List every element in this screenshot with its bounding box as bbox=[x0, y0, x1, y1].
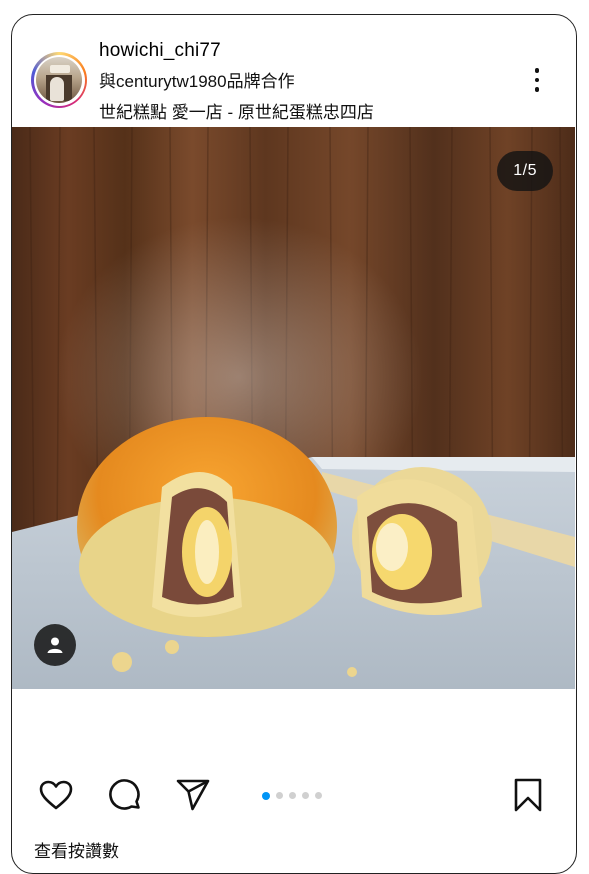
carousel-indicator bbox=[262, 791, 322, 800]
post-image[interactable]: 1/5 bbox=[12, 127, 575, 689]
heart-icon[interactable] bbox=[36, 775, 76, 815]
mooncake-photo bbox=[12, 127, 575, 689]
carousel-dot bbox=[276, 792, 283, 799]
post-card: howichi_chi77 與centurytw1980品牌合作 世紀糕點 愛一… bbox=[11, 14, 577, 874]
more-options-icon[interactable] bbox=[522, 65, 552, 95]
send-icon[interactable] bbox=[173, 775, 213, 815]
carousel-dot bbox=[315, 792, 322, 799]
avatar-photo bbox=[36, 57, 82, 103]
media-counter: 1/5 bbox=[497, 151, 553, 191]
carousel-dot bbox=[302, 792, 309, 799]
paid-partnership-label[interactable]: 與centurytw1980品牌合作 bbox=[99, 67, 295, 92]
action-bar bbox=[12, 765, 576, 825]
bookmark-icon[interactable] bbox=[508, 775, 548, 815]
carousel-dot bbox=[262, 791, 270, 800]
carousel-dot bbox=[289, 792, 296, 799]
post-header: howichi_chi77 與centurytw1980品牌合作 世紀糕點 愛一… bbox=[12, 15, 576, 127]
location-link[interactable]: 世紀糕點 愛一店 - 原世紀蛋糕忠四店 bbox=[99, 98, 374, 123]
username-link[interactable]: howichi_chi77 bbox=[99, 40, 221, 62]
comment-icon[interactable] bbox=[105, 775, 145, 815]
profile-avatar[interactable] bbox=[31, 52, 87, 108]
person-tag-icon[interactable] bbox=[34, 624, 76, 666]
view-likes-link[interactable]: 查看按讚數 bbox=[34, 837, 119, 862]
